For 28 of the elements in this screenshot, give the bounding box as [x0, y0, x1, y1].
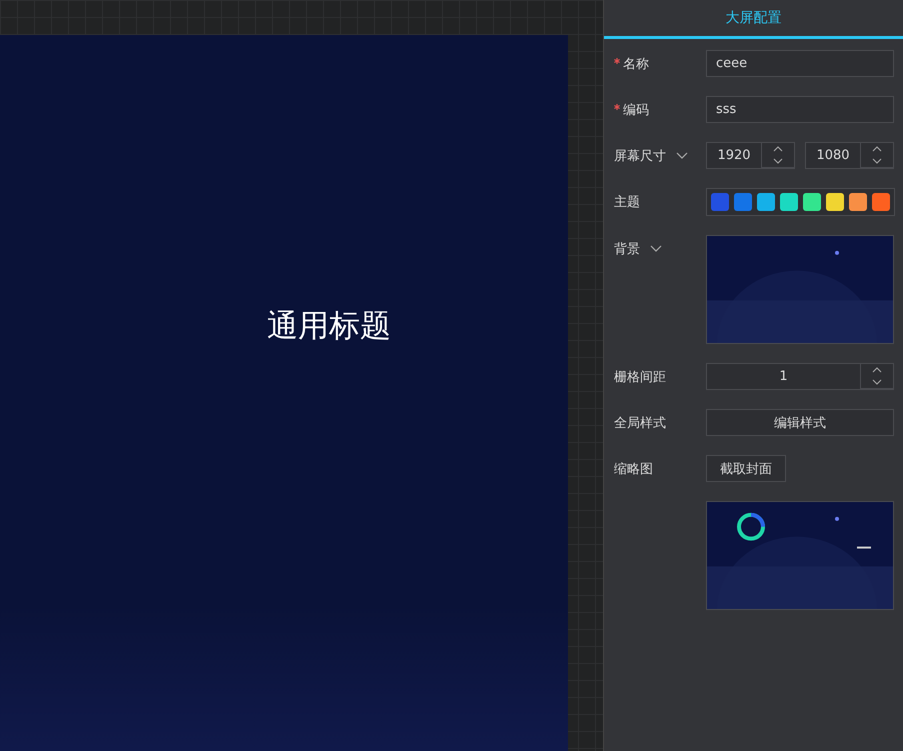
chevron-down-icon[interactable]: [650, 244, 662, 252]
field-label: 编码: [623, 102, 649, 118]
field-label: 缩略图: [614, 460, 653, 478]
color-swatch[interactable]: [849, 193, 867, 211]
text-input[interactable]: ceee: [706, 50, 894, 77]
color-swatch[interactable]: [803, 193, 821, 211]
field-label: 栅格间距: [614, 368, 666, 386]
text-input[interactable]: sss: [706, 96, 894, 123]
color-swatch[interactable]: [826, 193, 844, 211]
config-tab[interactable]: 大屏配置: [604, 0, 903, 39]
field-label: 屏幕尺寸: [614, 148, 666, 164]
background-preview[interactable]: [706, 235, 894, 344]
screen-title: 通用标题: [267, 307, 391, 346]
chevron-down-icon[interactable]: [676, 152, 688, 160]
edit-style-button[interactable]: 编辑样式: [706, 409, 894, 436]
number-input[interactable]: 1920: [706, 142, 795, 169]
color-swatch[interactable]: [711, 193, 729, 211]
color-swatch[interactable]: [734, 193, 752, 211]
color-swatch[interactable]: [780, 193, 798, 211]
color-swatch[interactable]: [757, 193, 775, 211]
field-label: 主题: [614, 194, 640, 210]
number-input[interactable]: 1: [706, 363, 894, 390]
field-label: 全局样式: [614, 414, 666, 432]
color-swatch[interactable]: [872, 193, 890, 211]
capture-cover-button[interactable]: 截取封面: [706, 455, 786, 482]
field-label: 名称: [623, 56, 649, 72]
number-input[interactable]: 1080: [805, 142, 894, 169]
field-label: 背景: [614, 240, 640, 258]
